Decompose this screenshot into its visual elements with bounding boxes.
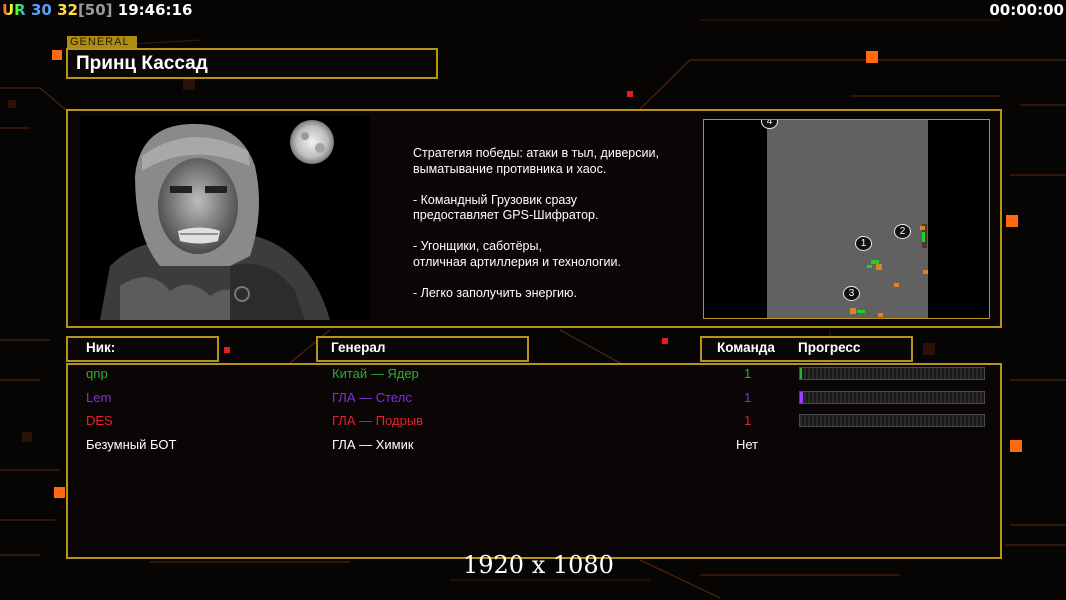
player-general: ГЛА — Химик	[332, 437, 414, 452]
player-team: Нет	[736, 437, 759, 452]
start-position-1[interactable]: 1	[855, 236, 872, 251]
player-general: Китай — Ядер	[332, 366, 419, 381]
resolution-label: 1920 x 1080	[463, 551, 614, 579]
player-nick: qnp	[86, 366, 108, 381]
team-header: Команда	[717, 340, 775, 355]
general-title-box: Принц Кассад	[66, 48, 438, 79]
ur-label: UR	[2, 1, 26, 19]
general-tag: GENERAL	[67, 36, 137, 48]
minimap[interactable]: 4 1 2 3	[703, 119, 990, 319]
limit-value: 32	[57, 1, 78, 19]
game-timer: 00:00:00	[989, 1, 1064, 19]
progress-bar	[799, 391, 985, 404]
clock: 19:46:16	[117, 1, 193, 19]
start-position-3[interactable]: 3	[843, 286, 860, 301]
hud-stats: UR 30 32[50] 19:46:16	[2, 1, 192, 19]
progress-bar	[799, 367, 985, 380]
player-team: 1	[744, 390, 752, 405]
progress-header: Прогресс	[798, 340, 861, 355]
general-portrait	[80, 116, 370, 320]
player-team: 1	[744, 413, 752, 428]
player-nick: Безумный БОТ	[86, 437, 177, 452]
player-general: ГЛА — Стелс	[332, 390, 412, 405]
player-general: ГЛА — Подрыв	[332, 413, 424, 428]
start-position-2[interactable]: 2	[894, 224, 911, 239]
general-description: Стратегия победы: атаки в тыл, диверсии,…	[413, 146, 659, 300]
fps-value: 30	[30, 1, 52, 19]
progress-bar	[799, 414, 985, 427]
player-nick: Lem	[86, 390, 112, 405]
general-name: Принц Кассад	[76, 53, 208, 74]
player-nick: DES	[86, 413, 113, 428]
player-team: 1	[744, 366, 752, 381]
limit-bracket: [50]	[77, 1, 113, 19]
general-header: Генерал	[331, 340, 386, 355]
nick-header: Ник:	[86, 340, 116, 355]
